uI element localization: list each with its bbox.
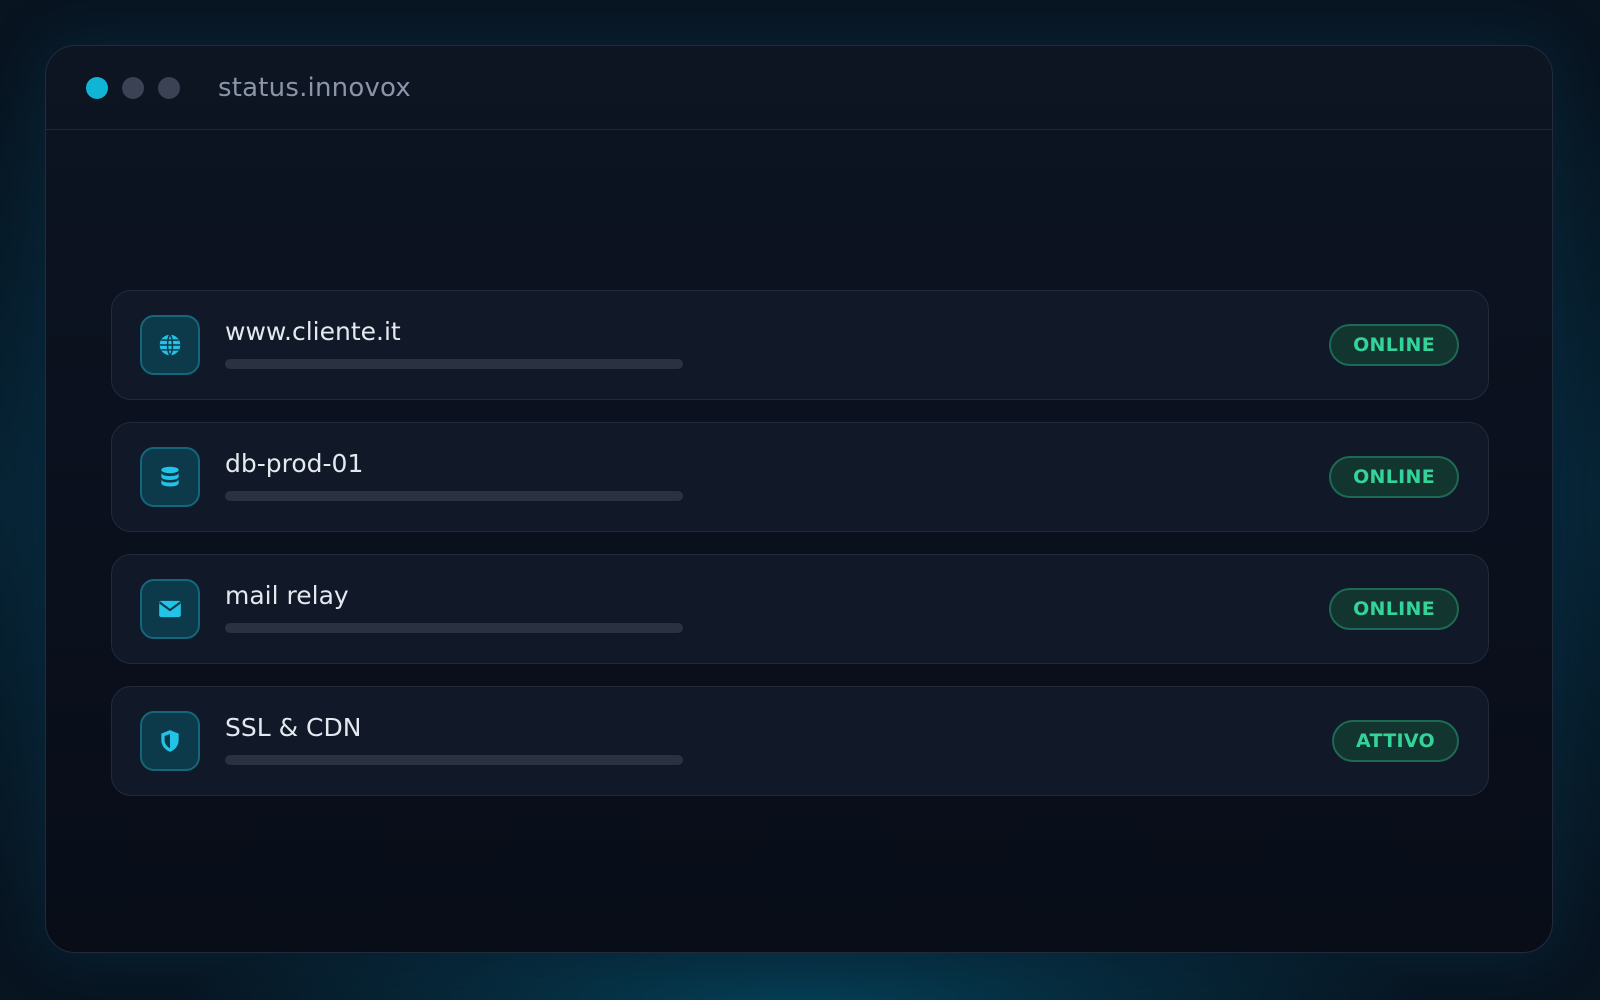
service-name: mail relay (225, 581, 349, 610)
service-row-db[interactable]: db-prod-01 ONLINE (111, 422, 1489, 532)
status-badge: ONLINE (1329, 588, 1459, 630)
mail-icon (140, 579, 200, 639)
service-bar (225, 623, 683, 633)
service-bar (225, 359, 683, 369)
window-dot[interactable] (158, 76, 180, 99)
service-list: www.cliente.it ONLINE db-prod-01 ONLINE (111, 290, 1489, 818)
shield-icon (140, 711, 200, 771)
service-name: www.cliente.it (225, 317, 401, 346)
window-dot-active[interactable] (86, 76, 108, 99)
globe-icon (140, 315, 200, 375)
database-icon (140, 447, 200, 507)
status-badge: ONLINE (1329, 324, 1459, 366)
service-bar (225, 755, 683, 765)
service-row-mail[interactable]: mail relay ONLINE (111, 554, 1489, 664)
window-title: status.innovox (218, 72, 411, 103)
status-badge: ATTIVO (1332, 720, 1459, 762)
window-dot[interactable] (122, 76, 144, 99)
service-name: db-prod-01 (225, 449, 364, 478)
service-row-web[interactable]: www.cliente.it ONLINE (111, 290, 1489, 400)
status-badge: ONLINE (1329, 456, 1459, 498)
service-row-ssl[interactable]: SSL & CDN ATTIVO (111, 686, 1489, 796)
title-bar: status.innovox (46, 46, 1552, 130)
status-window: status.innovox www.cliente.it ONLINE db-… (45, 45, 1553, 953)
service-bar (225, 491, 683, 501)
service-name: SSL & CDN (225, 713, 362, 742)
